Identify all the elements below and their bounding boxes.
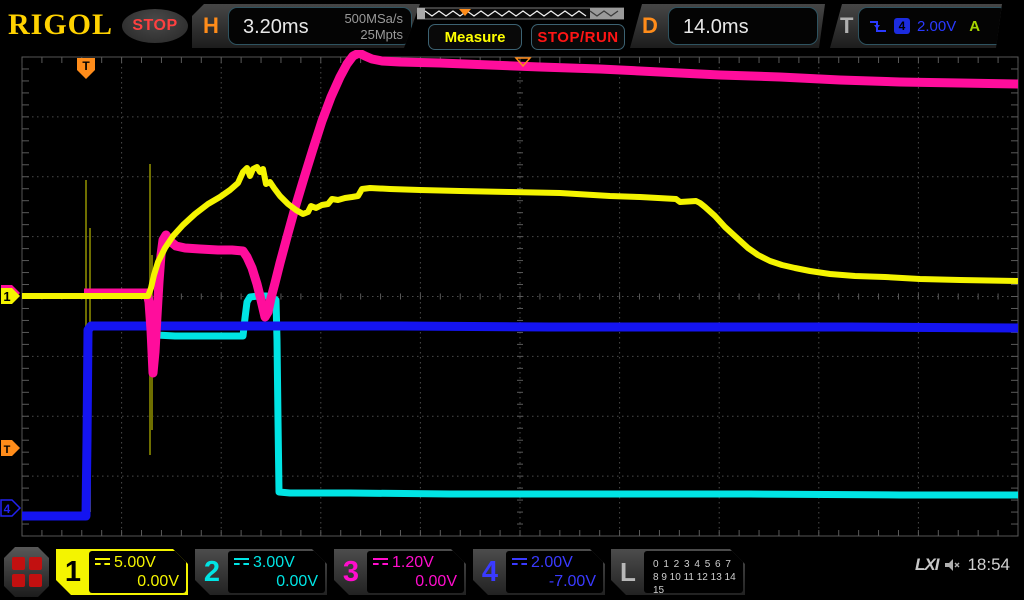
trigger-box[interactable]: 4 2.00V A [858,7,1008,45]
logic-channels-panel: 0 1 2 3 4 5 6 7 8 9 10 11 12 13 14 15 [644,551,743,593]
trigger-mode: A [969,17,981,35]
svg-text:T: T [4,444,11,456]
dc-coupling-icon [234,558,249,569]
memory-position-strip[interactable] [417,7,624,20]
channel-3-box[interactable]: 3 1.20V 0.00V [334,549,466,595]
bottom-status-bar: 1 5.00V 0.00V 2 3.00V 0.00V 3 1.20V 0.00… [0,545,1024,600]
logic-row-2: 8 9 10 11 12 13 14 15 [653,572,736,596]
channel-2-scale: 3.00V [253,554,295,571]
channel-3-scale: 1.20V [392,554,434,571]
channel-1-number: 1 [64,555,82,588]
channel-1-box[interactable]: 1 5.00V 0.00V [56,549,188,595]
svg-text:T: T [82,59,90,73]
memory-depth: 25Mpts [360,27,403,42]
dc-coupling-icon [95,558,110,569]
delay-module[interactable]: D 14.0ms [630,4,825,48]
rigol-logo: RIGOL [8,8,114,41]
logic-analyzer-box[interactable]: L 0 1 2 3 4 5 6 7 8 9 10 11 12 13 14 15 [611,549,745,595]
logic-analyzer-label: L [620,556,636,587]
channel-2-panel: 3.00V 0.00V [228,551,325,593]
measure-button[interactable]: Measure [428,24,522,50]
delay-label: D [642,13,658,38]
menu-grid-icon [12,557,42,587]
acquisition-info: 500MSa/s 25Mpts [344,11,403,43]
horizontal-label: H [203,13,219,38]
channel-4-panel: 2.00V -7.00V [506,551,603,593]
channel-4-scale: 2.00V [531,554,573,571]
horizontal-module[interactable]: H 3.20ms 500MSa/s 25Mpts [192,4,420,48]
measure-label: Measure [444,28,506,46]
menu-button[interactable] [4,547,49,597]
channel-2-number: 2 [203,555,221,588]
trigger-position-marker[interactable]: T [77,58,95,79]
channel-2-offset: 0.00V [276,573,318,590]
trigger-label: T [840,13,854,38]
dc-coupling-icon [373,558,388,569]
trigger-source-badge: 4 [894,18,910,34]
run-state-badge: STOP [122,9,188,43]
ch1-waveform [22,164,1019,299]
channel-4-offset: -7.00V [548,573,596,590]
waveform-display: T 1 T 4 [0,48,1019,537]
stop-run-button[interactable]: STOP/RUN [531,24,625,50]
run-state-label: STOP [132,17,178,34]
delay-value: 14.0ms [683,16,749,38]
clock: 18:54 [967,555,1010,574]
status-area: LXI 18:54 [915,555,1010,575]
trigger-module[interactable]: T 4 2.00V A [830,4,1002,48]
channel-1-scale: 5.00V [114,554,156,571]
svg-text:4: 4 [4,502,11,516]
channel-3-number: 3 [342,555,360,588]
channel-4-box[interactable]: 4 2.00V -7.00V [473,549,605,595]
speaker-muted-icon [945,559,960,571]
channel-4-number: 4 [481,555,499,588]
dc-coupling-icon [512,558,527,569]
waveform-screen: T 1 T 4 [0,48,1024,546]
timebase-box[interactable]: 3.20ms 500MSa/s 25Mpts [228,7,412,45]
logic-row-1: 0 1 2 3 4 5 6 7 [653,559,732,570]
top-status-bar: RIGOL STOP H 3.20ms 500MSa/s 25Mpts Meas… [0,0,1024,50]
channel-3-offset: 0.00V [415,573,457,590]
channel-1-panel: 5.00V 0.00V [89,551,186,593]
trigger-level-value: 2.00V [917,17,957,35]
ch4-offset-marker[interactable]: 4 [0,499,22,517]
stop-run-label: STOP/RUN [537,28,619,46]
falling-edge-icon [869,19,887,34]
channel-3-panel: 1.20V 0.00V [367,551,464,593]
lxi-logo: LXI [915,555,939,574]
timebase-value: 3.20ms [243,16,309,38]
oscilloscope-screen: { "brand": {"logo": "RIGOL", "run_state"… [0,0,1024,600]
svg-text:1: 1 [3,289,10,304]
channel-1-offset: 0.00V [137,573,179,590]
channel-2-box[interactable]: 2 3.00V 0.00V [195,549,327,595]
trigger-level-marker[interactable]: T [1,440,20,456]
delay-box[interactable]: 14.0ms [668,7,818,45]
sample-rate: 500MSa/s [344,11,403,26]
